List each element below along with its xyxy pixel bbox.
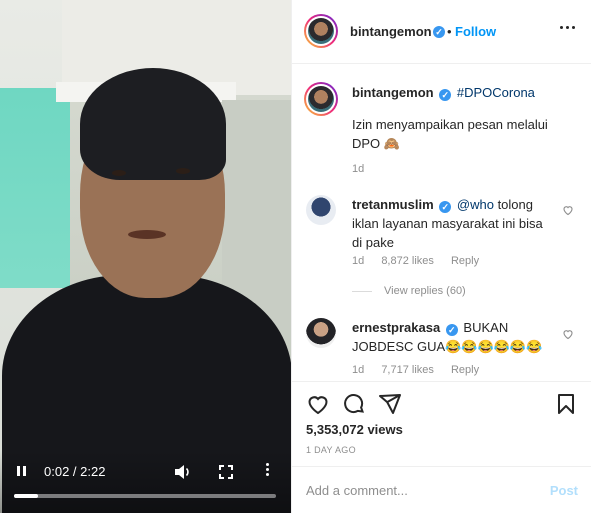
comment-likes[interactable]: 7,717 likes	[381, 364, 434, 376]
comment-line: tretanmuslim ✓ @who tolong	[352, 195, 533, 214]
comment-text: tolong	[497, 197, 533, 212]
comment-text: JOBDESC GUA😂😂😂😂😂😂	[352, 339, 543, 354]
video-frame-mouth	[128, 230, 166, 239]
volume-icon[interactable]	[174, 464, 192, 480]
author-username[interactable]: bintangemon	[350, 24, 432, 39]
video-frame-eye	[112, 170, 126, 176]
post-timestamp: 1 DAY AGO	[306, 445, 356, 455]
comment-age: 1d	[352, 255, 365, 267]
reply-button[interactable]: Reply	[451, 364, 479, 376]
video-frame-cap	[80, 68, 226, 180]
bookmark-icon[interactable]	[554, 392, 578, 416]
heart-icon[interactable]	[306, 392, 330, 416]
caption-age: 1d	[352, 163, 365, 175]
post-actions: 5,353,072 views 1 DAY AGO	[292, 381, 591, 461]
caption-username[interactable]: bintangemon	[352, 85, 434, 100]
video-progress-bar[interactable]	[14, 494, 276, 498]
commenter-username[interactable]: ernestprakasa	[352, 320, 440, 335]
comment-text: iklan layanan masyarakat ini bisa	[352, 216, 543, 231]
comment-text: BUKAN	[463, 320, 509, 335]
header-separator: •	[447, 24, 452, 39]
reply-button[interactable]: Reply	[451, 255, 479, 267]
pause-icon[interactable]	[14, 464, 30, 480]
follow-button[interactable]: Follow	[455, 24, 496, 39]
video-time-display: 0:02 / 2:22	[44, 464, 106, 479]
share-icon[interactable]	[378, 392, 402, 416]
comments-list[interactable]: bintangemon ✓ #DPOCorona Izin menyampaik…	[292, 65, 591, 380]
comment-age: 1d	[352, 364, 365, 376]
view-replies-divider	[352, 290, 372, 292]
comment-input[interactable]	[306, 479, 526, 501]
post-header: bintangemon ✓ • Follow	[292, 0, 591, 64]
comment-icon[interactable]	[342, 392, 366, 416]
verified-badge-icon: ✓	[439, 89, 452, 101]
view-replies-button[interactable]: View replies (60)	[352, 285, 466, 297]
comment-meta: 1d 8,872 likes Reply	[352, 255, 493, 267]
fullscreen-icon[interactable]	[218, 464, 234, 480]
comment-composer: Post	[292, 466, 591, 513]
caption-text-line: Izin menyampaikan pesan melalui	[352, 117, 548, 132]
commenter-username[interactable]: tretanmuslim	[352, 197, 434, 212]
video-more-options-icon[interactable]	[262, 462, 272, 480]
video-player[interactable]: 0:02 / 2:22	[0, 0, 291, 513]
comment-text: di pake	[352, 235, 394, 250]
more-options-icon[interactable]	[560, 26, 578, 36]
commenter-avatar[interactable]	[306, 318, 336, 348]
verified-badge-icon: ✓	[445, 324, 458, 336]
video-frame-window	[0, 88, 70, 288]
post-side-panel: bintangemon ✓ • Follow bintangemon ✓ #DP…	[291, 0, 591, 513]
commenter-avatar[interactable]	[306, 195, 336, 225]
comment-line: ernestprakasa ✓ BUKAN	[352, 318, 508, 337]
video-controls-bar: 0:02 / 2:22	[0, 450, 291, 513]
caption-header: bintangemon ✓ #DPOCorona	[352, 83, 535, 102]
comment-meta: 1d 7,717 likes Reply	[352, 364, 493, 376]
view-count[interactable]: 5,353,072 views	[306, 422, 403, 437]
verified-badge-icon: ✓	[433, 26, 445, 38]
comment-mention[interactable]: @who	[457, 197, 494, 212]
comment-like-heart-icon[interactable]	[562, 327, 574, 340]
caption-hashtag[interactable]: #DPOCorona	[457, 85, 535, 100]
video-progress-fill	[14, 494, 38, 498]
comment-like-heart-icon[interactable]	[562, 203, 574, 216]
video-frame-eye	[176, 168, 190, 174]
author-avatar[interactable]	[304, 14, 338, 48]
view-replies-label: View replies (60)	[384, 285, 466, 297]
post-comment-button[interactable]: Post	[550, 483, 578, 498]
verified-badge-icon: ✓	[439, 201, 452, 213]
comment-likes[interactable]: 8,872 likes	[381, 255, 434, 267]
caption-author-avatar[interactable]	[304, 82, 338, 116]
caption-text-line: DPO 🙈	[352, 136, 400, 151]
